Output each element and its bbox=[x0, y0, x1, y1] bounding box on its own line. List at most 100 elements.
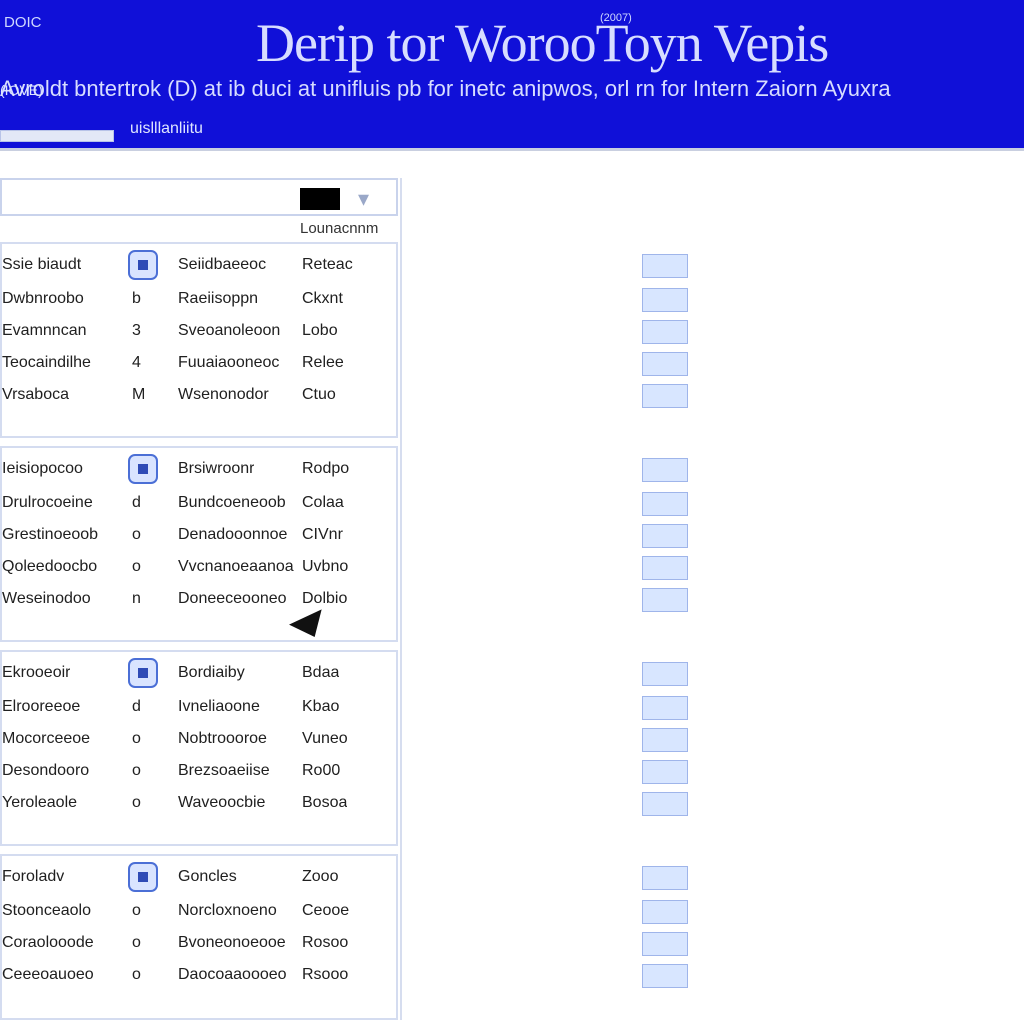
row-right: Lobo bbox=[302, 322, 338, 339]
row-right: Zooo bbox=[302, 868, 339, 885]
search-side-label: Lounacnnm bbox=[300, 220, 379, 237]
row-action-button[interactable] bbox=[642, 556, 688, 580]
row-left: Ieisiopocoo bbox=[2, 460, 83, 477]
search-button[interactable] bbox=[300, 188, 340, 210]
row-number: o bbox=[132, 966, 141, 983]
row-right: Colaa bbox=[302, 494, 344, 511]
row-right: Vuneo bbox=[302, 730, 348, 747]
breadcrumb[interactable]: uislllanliitu bbox=[130, 120, 203, 138]
row-right: Ro00 bbox=[302, 762, 341, 779]
row-right: Ceooe bbox=[302, 902, 350, 919]
row-right: Dolbio bbox=[302, 590, 348, 607]
group-icon[interactable] bbox=[128, 250, 158, 280]
row-right: Bdaa bbox=[302, 664, 340, 681]
header-corner-text: DOIC bbox=[4, 14, 42, 31]
row-right: Rodpo bbox=[302, 460, 350, 477]
row-main[interactable]: Fuuaiaooneoc bbox=[178, 354, 279, 372]
row-action-button[interactable] bbox=[642, 866, 688, 890]
header-progress-bar bbox=[0, 130, 114, 142]
group-icon[interactable] bbox=[128, 862, 158, 892]
row-left: Mocorceeoe bbox=[2, 730, 91, 747]
row-left: Grestinoeoob bbox=[2, 526, 99, 543]
row-main[interactable]: Bvoneonoeooe bbox=[178, 934, 286, 952]
search-input[interactable] bbox=[8, 188, 292, 212]
row-action-button[interactable] bbox=[642, 492, 688, 516]
row-left: Dwbnroobo bbox=[2, 290, 84, 307]
row-number: 3 bbox=[132, 322, 141, 339]
row-main[interactable]: Nobtroooroe bbox=[178, 730, 267, 748]
group-icon[interactable] bbox=[128, 658, 158, 688]
row-main[interactable]: Norcloxnoeno bbox=[178, 902, 277, 920]
row-main[interactable]: Ivneliaoone bbox=[178, 698, 260, 716]
row-number: n bbox=[132, 590, 141, 607]
row-action-button[interactable] bbox=[642, 320, 688, 344]
group-3: Ekrooeoir Elrooreeoe Mocorceeoe Desondoo… bbox=[0, 650, 688, 846]
row-action-button[interactable] bbox=[642, 662, 688, 686]
row-number: d bbox=[132, 698, 141, 715]
row-main[interactable]: Brsiwroonr bbox=[178, 460, 254, 478]
row-action-button[interactable] bbox=[642, 792, 688, 816]
row-main[interactable]: Waveoocbie bbox=[178, 794, 265, 812]
row-action-button[interactable] bbox=[642, 384, 688, 408]
row-action-button[interactable] bbox=[642, 900, 688, 924]
row-left: Desondooro bbox=[2, 762, 90, 779]
row-main[interactable]: Sveoanoleoon bbox=[178, 322, 280, 340]
row-main[interactable]: Raeiisoppn bbox=[178, 290, 258, 308]
dropdown-icon[interactable]: ▾ bbox=[358, 186, 369, 212]
row-number: 4 bbox=[132, 354, 141, 371]
row-main[interactable]: Bundcoeneoob bbox=[178, 494, 286, 512]
row-left: Coraolooode bbox=[2, 934, 94, 951]
row-main[interactable]: Denadooonnoe bbox=[178, 526, 287, 544]
row-number: b bbox=[132, 290, 141, 307]
row-action-button[interactable] bbox=[642, 458, 688, 482]
row-main[interactable]: Doneeceooneo bbox=[178, 590, 287, 608]
row-right: Rsooo bbox=[302, 966, 349, 983]
group-2: Ieisiopocoo Drulrocoeine Grestinoeoob Qo… bbox=[0, 446, 688, 642]
left-panel: ▾ Lounacnnm Ssie biaudt Dwbnroobo Evamnn… bbox=[0, 178, 688, 1020]
row-action-button[interactable] bbox=[642, 254, 688, 278]
row-action-button[interactable] bbox=[642, 288, 688, 312]
row-main[interactable]: Daocoaaoooeo bbox=[178, 966, 287, 984]
row-main[interactable]: Goncles bbox=[178, 868, 237, 886]
row-action-button[interactable] bbox=[642, 588, 688, 612]
row-left: Foroladv bbox=[2, 868, 65, 885]
row-number: o bbox=[132, 730, 141, 747]
row-number: o bbox=[132, 902, 141, 919]
row-left: Elrooreeoe bbox=[2, 698, 81, 715]
row-action-button[interactable] bbox=[642, 760, 688, 784]
row-right: Bosoa bbox=[302, 794, 348, 811]
row-main[interactable]: Vvcnanoeaanoa bbox=[178, 558, 294, 576]
row-right: Ctuo bbox=[302, 386, 336, 403]
row-main[interactable]: Brezsoaeiise bbox=[178, 762, 270, 780]
row-number: o bbox=[132, 558, 141, 575]
row-right: Relee bbox=[302, 354, 344, 371]
row-left: Weseinodoo bbox=[2, 590, 91, 607]
row-main[interactable]: Wsenonodor bbox=[178, 386, 269, 404]
app-header: DOIC (2007) Derip tor WorooToyn Vepis Av… bbox=[0, 0, 1024, 151]
header-left-label: (IOVE) bbox=[0, 82, 43, 98]
row-action-button[interactable] bbox=[642, 964, 688, 988]
search-box[interactable]: ▾ bbox=[0, 178, 398, 216]
row-main[interactable]: Seiidbaeeoc bbox=[178, 256, 266, 274]
group-4: Foroladv Stoonceaolo Coraolooode Ceeeoau… bbox=[0, 854, 688, 1020]
row-action-button[interactable] bbox=[642, 524, 688, 548]
row-right: Uvbno bbox=[302, 558, 349, 575]
group-icon[interactable] bbox=[128, 454, 158, 484]
row-action-button[interactable] bbox=[642, 696, 688, 720]
row-right: Ckxnt bbox=[302, 290, 343, 307]
row-left: Qoleedoocbo bbox=[2, 558, 98, 575]
row-left: Ceeeoauoeo bbox=[2, 966, 94, 983]
row-action-button[interactable] bbox=[642, 352, 688, 376]
row-right: CIVnr bbox=[302, 526, 343, 543]
row-action-button[interactable] bbox=[642, 728, 688, 752]
row-number: o bbox=[132, 934, 141, 951]
row-number: d bbox=[132, 494, 141, 511]
row-main[interactable]: Bordiaiby bbox=[178, 664, 245, 682]
row-left: Ekrooeoir bbox=[2, 664, 71, 681]
row-left: Stoonceaolo bbox=[2, 902, 91, 919]
row-number: o bbox=[132, 526, 141, 543]
row-number: M bbox=[132, 386, 146, 403]
row-right: Kbao bbox=[302, 698, 340, 715]
page-subtitle: Avroldt bntertrok (D) at ib duci at unif… bbox=[0, 76, 891, 101]
row-action-button[interactable] bbox=[642, 932, 688, 956]
